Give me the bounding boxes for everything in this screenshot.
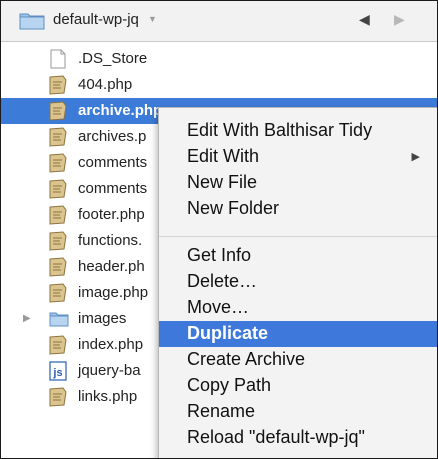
menu-item-label: Move… <box>187 297 250 317</box>
file-name: archives.p <box>78 128 147 145</box>
file-name: comments <box>78 154 148 171</box>
php-file-icon <box>49 179 67 199</box>
path-bar: default-wp-jq ▼ ◀ ▶ <box>1 1 437 42</box>
file-name: header.ph <box>78 258 145 275</box>
php-file-icon <box>49 387 67 407</box>
file-name: 404.php <box>78 76 133 93</box>
file-row[interactable]: .DS_Store <box>1 46 437 72</box>
menu-item-delete[interactable]: Delete… <box>159 269 437 295</box>
php-file-icon <box>49 283 67 303</box>
file-name: index.php <box>78 336 144 353</box>
menu-item-label: Rename <box>187 401 256 421</box>
blank-file-icon <box>49 49 67 69</box>
js-file-icon: js <box>49 361 67 381</box>
menu-item-create-archive[interactable]: Create Archive <box>159 347 437 373</box>
php-file-icon <box>49 335 67 355</box>
menu-item-rename[interactable]: Rename <box>159 399 437 425</box>
php-file-icon <box>49 127 67 147</box>
menu-item-label: Create Archive <box>187 349 306 369</box>
menu-item-label: Copy Path <box>187 375 272 395</box>
file-name: images <box>78 310 127 327</box>
menu-item-label: Get Info <box>187 245 252 265</box>
file-name: links.php <box>78 388 138 405</box>
chevron-down-icon[interactable]: ▼ <box>148 14 157 24</box>
folder-icon <box>49 311 69 331</box>
file-name: jquery-ba <box>78 362 141 379</box>
svg-text:js: js <box>52 367 62 379</box>
folder-icon <box>19 13 45 30</box>
file-browser-window: default-wp-jq ▼ ◀ ▶ .DS_Store 404.php arch… <box>0 0 438 459</box>
menu-item-move[interactable]: Move… <box>159 295 437 321</box>
php-file-icon <box>49 153 67 173</box>
menu-item-label: Duplicate <box>187 323 269 343</box>
file-name: functions. <box>78 232 143 249</box>
disclosure-triangle-icon[interactable]: ▶ <box>23 313 31 324</box>
php-file-icon <box>49 257 67 277</box>
menu-item-edit-with[interactable]: Edit With ▶ <box>159 144 437 170</box>
menu-item-new-file[interactable]: New File <box>159 170 437 196</box>
menu-item-label: New Folder <box>187 198 280 218</box>
menu-item-copy-path[interactable]: Copy Path <box>159 373 437 399</box>
menu-item-label: Edit With <box>187 146 260 166</box>
folder-name-popup[interactable]: default-wp-jq <box>53 11 139 28</box>
forward-arrow-icon[interactable]: ▶ <box>394 11 405 28</box>
back-arrow-icon[interactable]: ◀ <box>359 11 370 28</box>
php-file-icon <box>49 205 67 225</box>
menu-item-reload[interactable]: Reload "default-wp-jq" <box>159 425 437 451</box>
menu-item-get-info[interactable]: Get Info <box>159 243 437 269</box>
menu-item-new-folder[interactable]: New Folder <box>159 196 437 222</box>
file-name: comments <box>78 180 148 197</box>
file-name: .DS_Store <box>78 50 148 67</box>
menu-separator <box>159 236 437 237</box>
menu-item-label: Delete… <box>187 271 258 291</box>
php-file-icon <box>49 101 67 121</box>
file-name: image.php <box>78 284 149 301</box>
menu-item-duplicate[interactable]: Duplicate <box>159 321 437 347</box>
menu-item-label: New File <box>187 172 258 192</box>
php-file-icon <box>49 75 67 95</box>
file-row[interactable]: 404.php <box>1 72 437 98</box>
menu-item-edit-with-balthisar-tidy[interactable]: Edit With Balthisar Tidy <box>159 118 437 144</box>
file-name: archive.php <box>78 102 163 119</box>
file-name: footer.php <box>78 206 145 223</box>
menu-item-label: Edit With Balthisar Tidy <box>187 120 373 140</box>
php-file-icon <box>49 231 67 251</box>
menu-item-label: Reload "default-wp-jq" <box>187 427 365 447</box>
context-menu: Edit With Balthisar Tidy Edit With ▶ New… <box>158 107 437 458</box>
submenu-arrow-icon: ▶ <box>411 151 420 163</box>
